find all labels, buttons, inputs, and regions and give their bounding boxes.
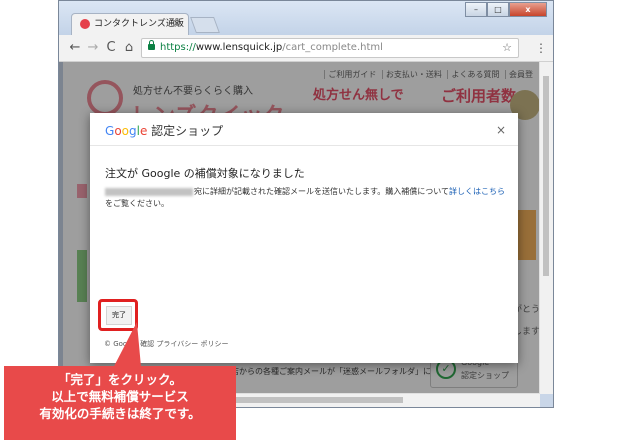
tab-close-icon[interactable]: × [173, 14, 181, 34]
callout-line: 以上で無料補償サービス [51, 389, 189, 404]
dialog-header: Google 認定ショップ × [90, 113, 518, 146]
new-tab-button[interactable] [190, 17, 220, 33]
blurred-email [105, 187, 193, 196]
reload-icon[interactable]: C [103, 39, 119, 57]
address-bar[interactable]: https://www.lensquick.jp/cart_complete.h… [141, 38, 519, 58]
bookmark-star-icon[interactable]: ☆ [502, 39, 512, 57]
vertical-scrollbar[interactable] [539, 62, 553, 394]
dialog-message: 宛に詳細が記載された確認メールを送信いたします。購入補償について詳しくはこちらを… [105, 187, 505, 208]
url-text: https://www.lensquick.jp/cart_complete.h… [160, 42, 383, 53]
minimize-button[interactable]: – [465, 2, 487, 17]
tab-active[interactable]: コンタクトレンズ通販 × [71, 13, 189, 35]
menu-dots-icon[interactable]: ⋮ [535, 39, 547, 57]
lock-icon [148, 40, 155, 50]
maximize-button[interactable]: □ [487, 2, 509, 17]
site-favicon-icon [80, 19, 90, 29]
back-arrow-icon[interactable]: ← [67, 39, 83, 57]
callout-line: 有効化の手続きは終了です。 [39, 406, 201, 421]
dialog-close-icon[interactable]: × [496, 123, 506, 137]
dialog-title: Google 認定ショップ [105, 124, 224, 138]
window-close-button[interactable]: x [509, 2, 547, 17]
details-link[interactable]: 詳しくはこちら [449, 187, 505, 196]
browser-toolbar: ← → C ⌂ https://www.lensquick.jp/cart_co… [59, 35, 553, 62]
title-bar: コンタクトレンズ通販 × – □ x [59, 1, 553, 35]
home-icon[interactable]: ⌂ [121, 39, 137, 57]
google-wordmark: Google [105, 124, 148, 138]
scroll-thumb[interactable] [543, 76, 549, 276]
instruction-callout: 「完了」をクリック。 以上で無料補償サービス 有効化の手続きは終了です。 [4, 366, 236, 440]
window-controls: – □ x [465, 2, 547, 18]
forward-arrow-icon[interactable]: → [85, 39, 101, 57]
callout-line: 「完了」をクリック。 [57, 372, 182, 387]
dialog-heading: 注文が Google の補償対象になりました [105, 167, 305, 180]
google-certified-dialog: Google 認定ショップ × 注文が Google の補償対象になりました 宛… [90, 113, 518, 363]
tab-title: コンタクトレンズ通販 [94, 19, 184, 29]
